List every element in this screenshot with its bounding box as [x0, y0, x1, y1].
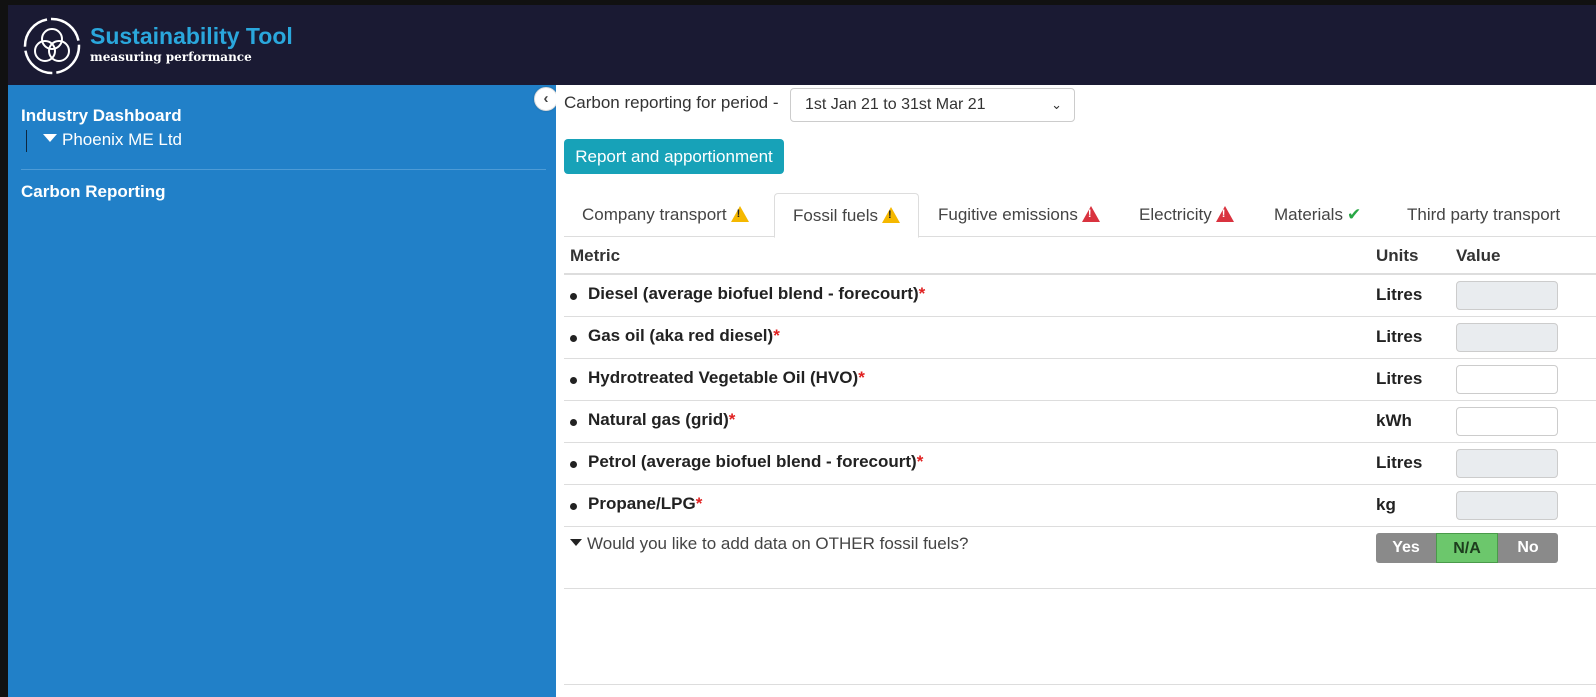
metric-label: Diesel (average biofuel blend - forecour…: [588, 284, 926, 303]
unit-label: Litres: [1376, 369, 1423, 388]
table-row: Natural gas (grid)* kWh: [564, 401, 1596, 443]
brand-title: Sustainability Tool: [90, 23, 293, 49]
tab-label: Fossil fuels: [793, 206, 879, 225]
check-icon: ✔: [1346, 205, 1362, 224]
value-input[interactable]: [1456, 323, 1558, 352]
header-metric: Metric: [570, 246, 621, 265]
period-select-value: 1st Jan 21 to 31st Mar 21: [805, 96, 986, 113]
value-input[interactable]: [1456, 407, 1558, 436]
sidebar-item-org[interactable]: Phoenix ME Ltd: [43, 130, 182, 150]
warning-icon: [882, 207, 901, 223]
header-value: Value: [1456, 246, 1501, 265]
tab-company-transport[interactable]: Company transport: [564, 193, 767, 237]
tab-label: Materials: [1274, 205, 1343, 224]
caret-down-icon: [43, 134, 57, 142]
bullet-icon: [570, 335, 577, 342]
tab-label: Company transport: [582, 205, 727, 224]
unit-label: Litres: [1376, 327, 1423, 346]
tree-line: [26, 130, 27, 152]
report-apportionment-button[interactable]: Report and apportionment: [564, 139, 784, 174]
main-content: Carbon reporting for period - 1st Jan 21…: [556, 85, 1596, 697]
tab-label: Electricity: [1139, 205, 1212, 224]
sidebar-org-label: Phoenix ME Ltd: [62, 130, 183, 149]
no-option[interactable]: No: [1498, 533, 1558, 563]
metric-label: Hydrotreated Vegetable Oil (HVO)*: [588, 368, 865, 387]
bullet-icon: [570, 377, 577, 384]
metric-label: Natural gas (grid)*: [588, 410, 736, 429]
sidebar-item-carbon-reporting[interactable]: Carbon Reporting: [21, 182, 166, 202]
tab-label: Fugitive emissions: [938, 205, 1078, 224]
error-icon: [1215, 206, 1234, 222]
collapse-sidebar-button[interactable]: ‹: [534, 87, 558, 111]
logo-icon[interactable]: [22, 16, 82, 76]
caret-down-icon: [570, 539, 582, 546]
other-fuels-question: Would you like to add data on OTHER foss…: [587, 534, 969, 553]
unit-label: Litres: [1376, 453, 1423, 472]
table-row: Propane/LPG* kg: [564, 485, 1596, 527]
value-input[interactable]: [1456, 449, 1558, 478]
metric-label: Petrol (average biofuel blend - forecour…: [588, 452, 924, 471]
value-input[interactable]: [1456, 281, 1558, 310]
bullet-icon: [570, 293, 577, 300]
warning-icon: [730, 206, 749, 222]
value-input[interactable]: [1456, 365, 1558, 394]
tab-bar: Company transport Fossil fuels Fugitive …: [564, 193, 1596, 238]
table-row: Hydrotreated Vegetable Oil (HVO)* Litres: [564, 359, 1596, 401]
table-row: Gas oil (aka red diesel)* Litres: [564, 317, 1596, 359]
bullet-icon: [570, 503, 577, 510]
tab-fugitive-emissions[interactable]: Fugitive emissions: [920, 193, 1118, 237]
unit-label: kg: [1376, 495, 1396, 514]
header-bar: Sustainability Tool measuring performanc…: [8, 5, 1596, 85]
tab-materials[interactable]: Materials ✔: [1256, 193, 1379, 237]
period-label: Carbon reporting for period -: [564, 93, 779, 112]
other-fuels-toggle[interactable]: Would you like to add data on OTHER foss…: [570, 534, 968, 554]
yes-option[interactable]: Yes: [1376, 533, 1436, 563]
na-option[interactable]: N/A: [1436, 533, 1498, 563]
tab-fossil-fuels[interactable]: Fossil fuels: [774, 193, 920, 238]
period-select[interactable]: 1st Jan 21 to 31st Mar 21 ⌄: [790, 88, 1075, 122]
unit-label: Litres: [1376, 285, 1423, 304]
unit-label: kWh: [1376, 411, 1412, 430]
error-icon: [1081, 206, 1100, 222]
sidebar-divider: [21, 169, 546, 170]
yes-na-no-toggle: Yes N/A No: [1376, 533, 1558, 563]
chevron-down-icon: ⌄: [1051, 97, 1062, 112]
value-input[interactable]: [1456, 491, 1558, 520]
header-units: Units: [1376, 246, 1419, 265]
metric-label: Propane/LPG*: [588, 494, 703, 513]
tab-label: Third party transport: [1407, 205, 1561, 224]
other-fuels-row: Would you like to add data on OTHER foss…: [564, 527, 1596, 589]
table-row: Diesel (average biofuel blend - forecour…: [564, 275, 1596, 317]
bullet-icon: [570, 461, 577, 468]
bottom-divider: [564, 684, 1596, 685]
bullet-icon: [570, 419, 577, 426]
sidebar-item-industry-dashboard[interactable]: Industry Dashboard: [21, 106, 182, 126]
tab-third-party-transport[interactable]: Third party transport: [1389, 193, 1578, 237]
brand-subtitle: measuring performance: [90, 50, 252, 64]
table-header: Metric Units Value: [564, 238, 1596, 275]
sidebar: Industry Dashboard Phoenix ME Ltd Carbon…: [8, 85, 556, 697]
metric-label: Gas oil (aka red diesel)*: [588, 326, 780, 345]
tab-electricity[interactable]: Electricity: [1121, 193, 1252, 237]
table-row: Petrol (average biofuel blend - forecour…: [564, 443, 1596, 485]
